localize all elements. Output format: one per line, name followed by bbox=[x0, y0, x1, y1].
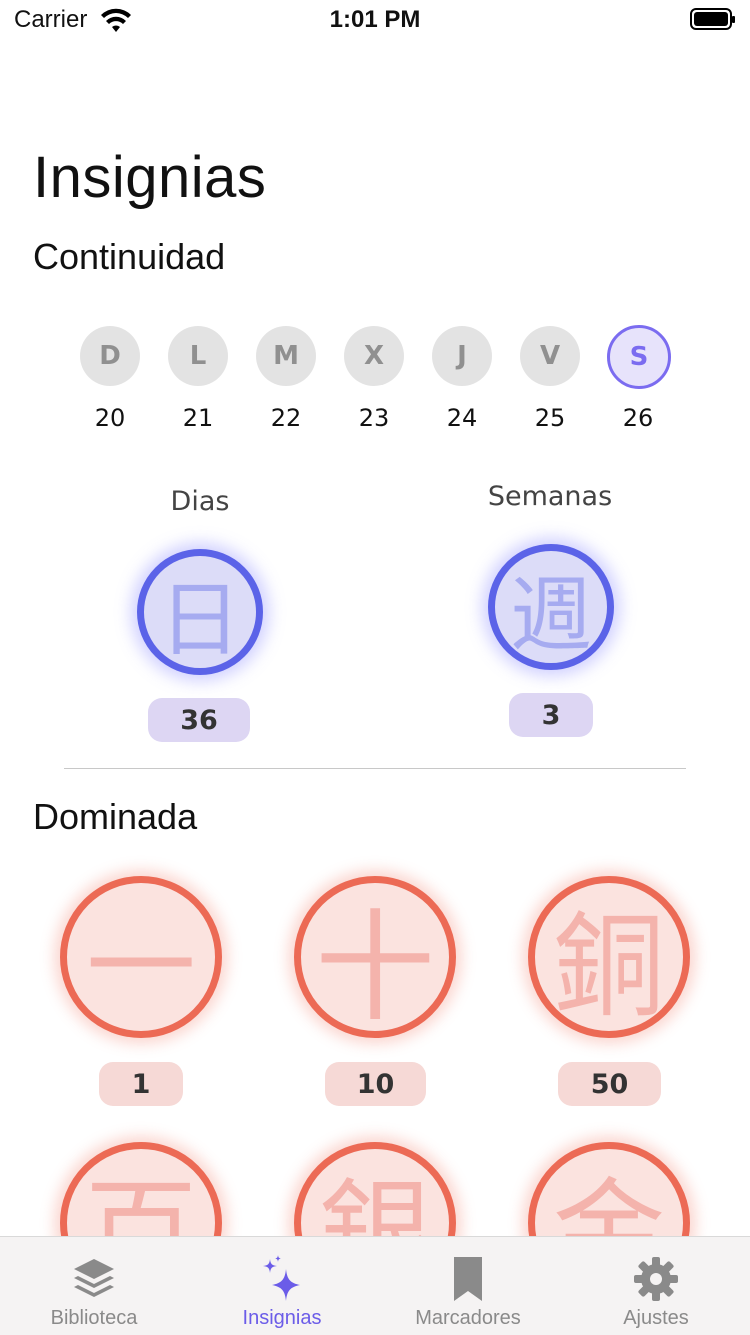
gear-icon bbox=[634, 1257, 678, 1301]
mastery-count: 50 bbox=[558, 1062, 661, 1106]
day-circle-sun: D bbox=[80, 326, 140, 386]
day-circle-wed: X bbox=[344, 326, 404, 386]
day-number: 26 bbox=[622, 404, 654, 432]
tab-label: Ajustes bbox=[623, 1307, 689, 1329]
day-circle-mon: L bbox=[168, 326, 228, 386]
tab-biblioteca[interactable]: Biblioteca bbox=[0, 1237, 188, 1335]
sparkles-icon bbox=[263, 1255, 300, 1301]
weeks-count-badge: 3 bbox=[509, 693, 593, 737]
status-time: 1:01 PM bbox=[329, 6, 421, 33]
day-number: 22 bbox=[270, 404, 302, 432]
weeks-streak-badge[interactable]: 週 bbox=[488, 544, 614, 670]
tab-label: Biblioteca bbox=[50, 1307, 138, 1329]
status-bar: Carrier 1:01 PM bbox=[0, 0, 750, 40]
day-circle-fri: V bbox=[520, 326, 580, 386]
tab-insignias[interactable]: Insignias bbox=[188, 1237, 376, 1335]
mastery-count: 10 bbox=[325, 1062, 426, 1106]
badge-glyph: 週 bbox=[509, 567, 592, 663]
page-title: Insignias bbox=[33, 145, 267, 210]
mastery-badge-50[interactable]: 銅 bbox=[528, 876, 690, 1038]
badge-glyph: 日 bbox=[158, 572, 241, 668]
day-circle-sat-today: S bbox=[607, 325, 671, 389]
streak-label-days: Dias bbox=[170, 486, 230, 517]
stack-icon bbox=[74, 1259, 114, 1297]
day-circle-thu: J bbox=[432, 326, 492, 386]
week-strip: D 20 L 21 M 22 X 23 J 24 V 25 S 26 bbox=[80, 325, 680, 446]
tab-bar: Biblioteca Insignias Marcadores Ajustes bbox=[0, 1236, 750, 1335]
bookmark-icon bbox=[454, 1257, 482, 1301]
continuity-heading: Continuidad bbox=[33, 236, 226, 277]
mastered-heading: Dominada bbox=[33, 796, 198, 837]
tab-label: Insignias bbox=[242, 1307, 322, 1329]
tab-ajustes[interactable]: Ajustes bbox=[562, 1237, 750, 1335]
mastery-badge-1[interactable]: 一 bbox=[60, 876, 222, 1038]
section-divider bbox=[64, 768, 686, 769]
streak-label-weeks: Semanas bbox=[487, 481, 613, 512]
mastery-badge-10[interactable]: 十 bbox=[294, 876, 456, 1038]
days-count-badge: 36 bbox=[148, 698, 250, 742]
day-circle-tue: M bbox=[256, 326, 316, 386]
day-number: 25 bbox=[534, 404, 566, 432]
day-number: 21 bbox=[182, 404, 214, 432]
day-number: 20 bbox=[94, 404, 126, 432]
tab-marcadores[interactable]: Marcadores bbox=[374, 1237, 562, 1335]
badge-glyph: 一 bbox=[86, 903, 196, 1031]
tab-label: Marcadores bbox=[415, 1307, 521, 1329]
days-streak-badge[interactable]: 日 bbox=[137, 549, 263, 675]
battery-icon bbox=[690, 8, 735, 30]
mastery-count: 1 bbox=[99, 1062, 183, 1106]
badge-glyph: 銅 bbox=[553, 902, 665, 1032]
day-number: 24 bbox=[446, 404, 478, 432]
badge-glyph: 十 bbox=[315, 899, 435, 1038]
day-number: 23 bbox=[358, 404, 390, 432]
